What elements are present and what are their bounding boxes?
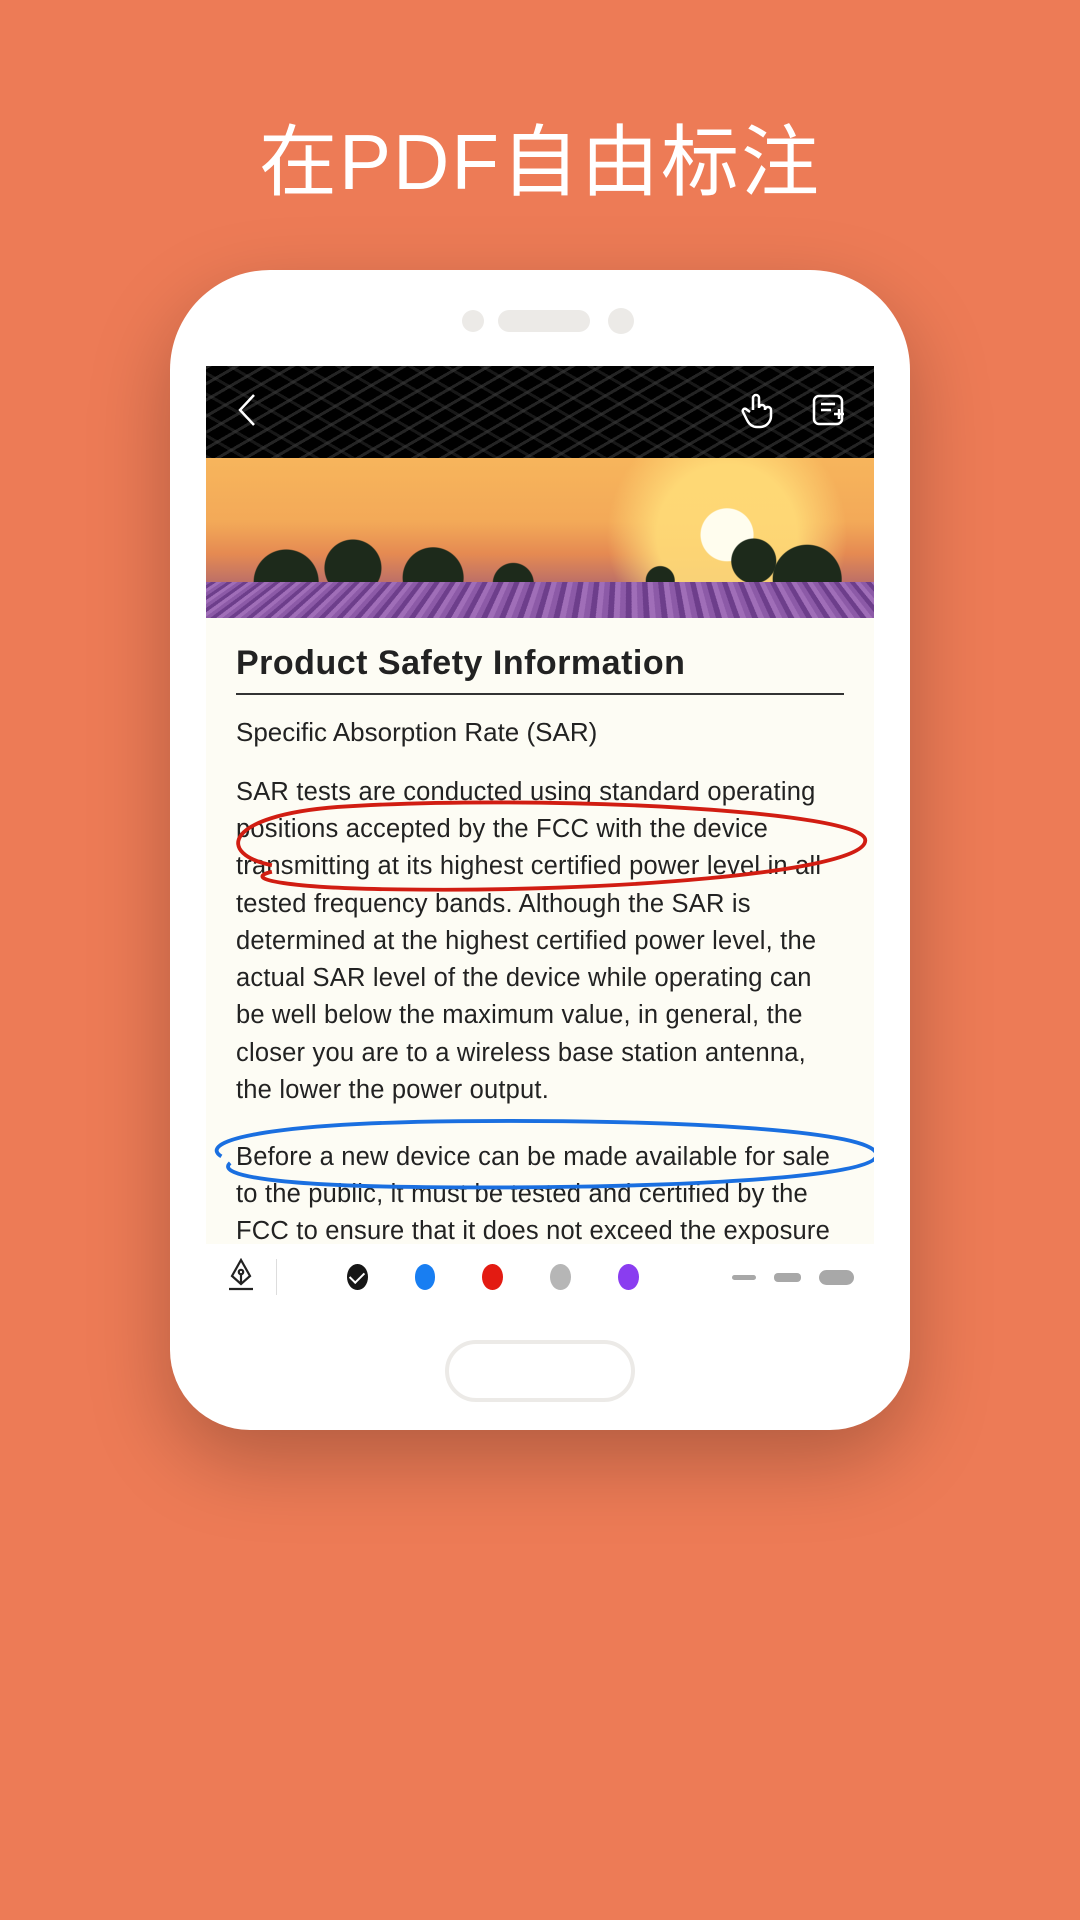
color-black-button[interactable] xyxy=(347,1264,368,1290)
touch-mode-button[interactable] xyxy=(740,390,776,435)
color-gray-button[interactable] xyxy=(550,1264,571,1290)
doc-subtitle: Specific Absorption Rate (SAR) xyxy=(236,717,844,748)
stroke-thick-button[interactable] xyxy=(819,1270,854,1285)
add-note-button[interactable] xyxy=(810,392,846,433)
doc-paragraph-2: Before a new device can be made availabl… xyxy=(236,1139,844,1244)
annotation-toolbar xyxy=(206,1244,874,1310)
page-headline: 在PDF自由标注 xyxy=(0,0,1080,212)
back-button[interactable] xyxy=(234,391,260,434)
app-bar xyxy=(206,366,874,458)
note-add-icon xyxy=(810,392,846,428)
phone-sensor-dot xyxy=(462,310,484,332)
color-blue-button[interactable] xyxy=(415,1264,436,1290)
app-screen: Product Safety Information Specific Abso… xyxy=(206,366,874,1310)
pen-nib-icon xyxy=(226,1258,256,1292)
phone-speaker xyxy=(498,310,590,332)
stroke-thin-button[interactable] xyxy=(732,1275,756,1280)
chevron-left-icon xyxy=(234,391,260,429)
document-hero-image xyxy=(206,458,874,618)
pen-tool-button[interactable] xyxy=(226,1258,256,1297)
hand-pointer-icon xyxy=(740,390,776,430)
toolbar-divider xyxy=(276,1259,277,1295)
phone-camera xyxy=(608,308,634,334)
doc-title: Product Safety Information xyxy=(236,644,844,695)
phone-frame: Product Safety Information Specific Abso… xyxy=(170,270,910,1430)
doc-paragraph-1: SAR tests are conducted using standard o… xyxy=(236,774,844,1109)
phone-home-button xyxy=(445,1340,635,1402)
color-red-button[interactable] xyxy=(482,1264,503,1290)
document-body[interactable]: Product Safety Information Specific Abso… xyxy=(206,618,874,1244)
color-purple-button[interactable] xyxy=(618,1264,639,1290)
stroke-medium-button[interactable] xyxy=(774,1273,801,1282)
